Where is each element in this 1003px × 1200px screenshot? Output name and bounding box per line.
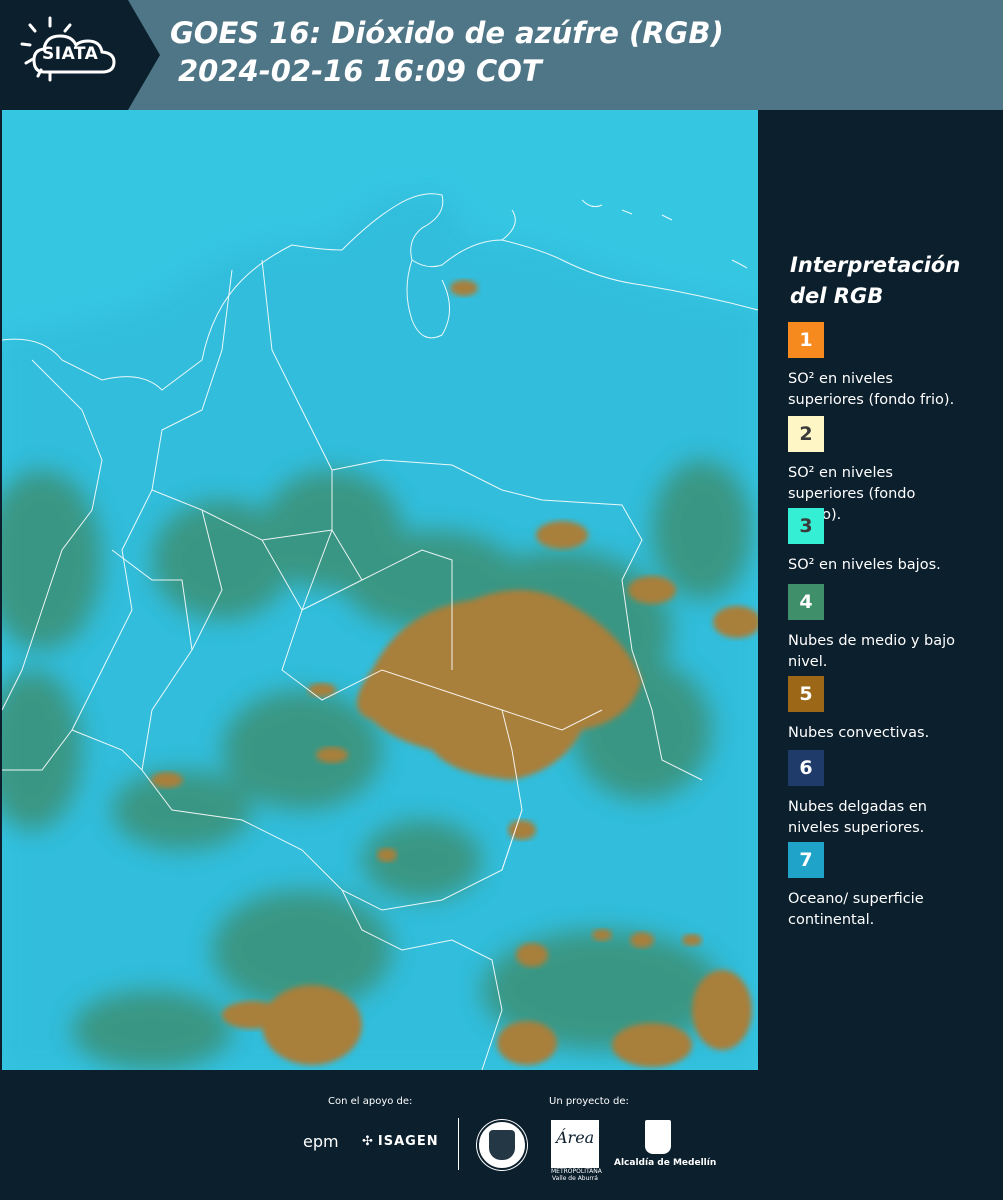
legend-description: Nubes delgadas en niveles superiores. (788, 799, 927, 836)
support-label: Con el apoyo de: (328, 1096, 413, 1107)
isagen-label: ISAGEN (377, 1134, 439, 1149)
legend-item-3: 3 SO² en niveles bajos. (788, 508, 988, 576)
footer: Con el apoyo de: Un proyecto de: epm ✣ IS… (0, 1070, 1003, 1200)
legend-panel: Interpretación del RGB 1 SO² en niveles … (758, 110, 1003, 1070)
legend-swatch: 5 (788, 676, 824, 712)
siata-logo[interactable]: SIATA (0, 0, 160, 110)
page-timestamp: 2024-02-16 16:09 COT (178, 54, 542, 88)
isagen-mark-icon: ✣ (362, 1134, 374, 1149)
legend-swatch: 1 (788, 322, 824, 358)
medellin-seal-icon[interactable] (477, 1120, 527, 1170)
page-title: GOES 16: Dióxido de azúfre (RGB) (170, 16, 724, 50)
legend-item-1: 1 SO² en niveles superiores (fondo frio)… (788, 322, 988, 411)
project-label: Un proyecto de: (549, 1096, 629, 1107)
map-svg (2, 110, 758, 1070)
legend-swatch: 2 (788, 416, 824, 452)
legend-item-7: 7 Oceano/ superficie continental. (788, 842, 988, 931)
legend-swatch: 3 (788, 508, 824, 544)
legend-description: Nubes de medio y bajo nivel. (788, 633, 955, 670)
legend-item-6: 6 Nubes delgadas en niveles superiores. (788, 750, 988, 839)
legend-title: Interpretación del RGB (790, 253, 961, 308)
legend-swatch: 6 (788, 750, 824, 786)
legend-item-4: 4 Nubes de medio y bajo nivel. (788, 584, 988, 673)
legend-description: SO² en niveles bajos. (788, 557, 941, 573)
logo-text: SIATA (42, 44, 99, 64)
alcaldia-shield-icon[interactable] (645, 1120, 671, 1154)
alcaldia-label: Alcaldía de Medellín (614, 1158, 717, 1168)
area-metropolitana-word: Área (556, 1128, 595, 1147)
header-bar: SIATA GOES 16: Dióxido de azúfre (RGB) 2… (0, 0, 1003, 110)
epm-logo[interactable]: epm (303, 1132, 339, 1151)
legend-item-5: 5 Nubes convectivas. (788, 676, 988, 744)
legend-swatch: 7 (788, 842, 824, 878)
legend-swatch: 4 (788, 584, 824, 620)
satellite-map[interactable] (2, 110, 758, 1070)
legend-description: Oceano/ superficie continental. (788, 891, 924, 928)
footer-divider (458, 1118, 459, 1170)
legend-description: SO² en niveles superiores (fondo frio). (788, 371, 955, 408)
area-metropolitana-sub: METROPOLITANA Valle de Aburrá (551, 1168, 602, 1182)
isagen-logo[interactable]: ✣ ISAGEN (362, 1134, 439, 1149)
legend-description: Nubes convectivas. (788, 725, 930, 741)
